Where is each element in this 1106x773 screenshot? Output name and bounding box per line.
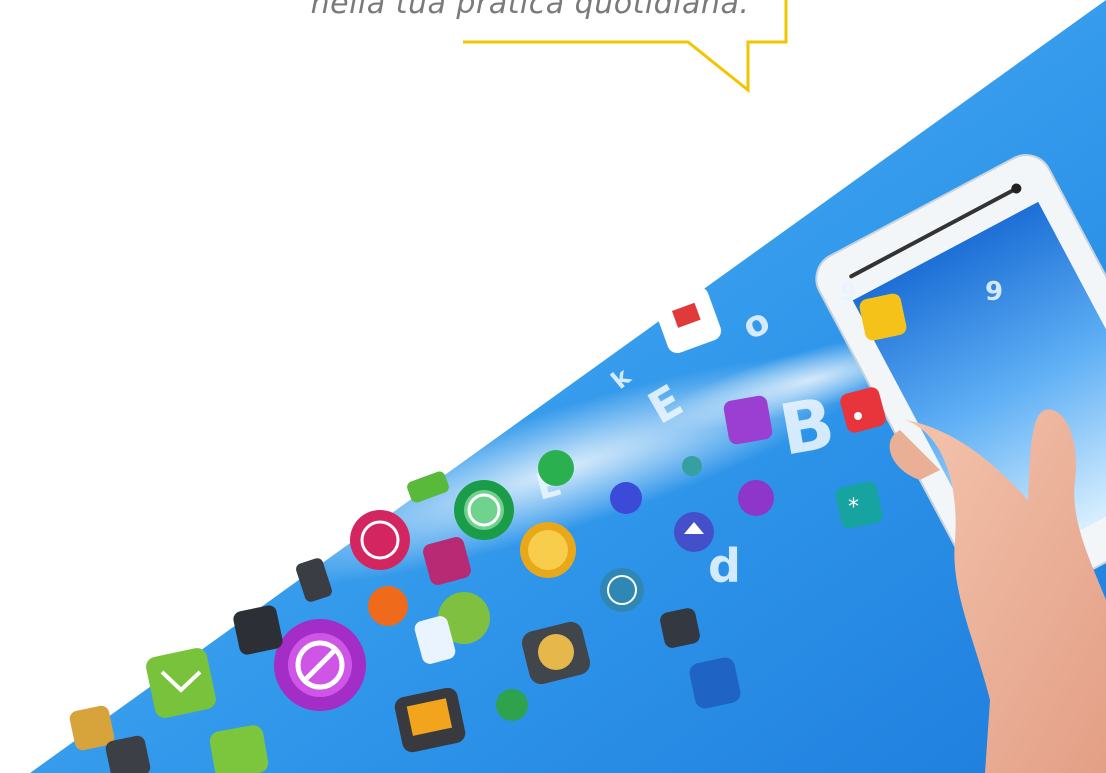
stage: B E d o k 9 9 E * nella tua pratica quot… <box>0 0 1106 773</box>
blue-phone-icon <box>689 657 741 709</box>
app-cloud-photo: B E d o k 9 9 E * <box>30 0 1106 773</box>
green-small-icon <box>538 450 574 486</box>
teal-small-icon <box>682 456 702 476</box>
blue-upload-icon <box>674 512 714 552</box>
dark-square-icon <box>660 608 700 648</box>
blue-dot-icon <box>610 482 642 514</box>
purple-no-entry-icon <box>274 619 366 711</box>
blue-globe-icon <box>600 568 644 612</box>
green-dot-icon <box>496 689 528 721</box>
black-square-icon <box>233 605 283 655</box>
green-clock-icon <box>454 480 514 540</box>
green-envelope-icon <box>146 648 216 718</box>
purple-grid-icon <box>723 395 773 445</box>
teal-star-icon: * <box>835 481 883 529</box>
orange-app-icon <box>368 586 408 626</box>
speech-bubble-text: nella tua pratica quotidiana. <box>310 0 750 21</box>
orange-cart-icon <box>520 522 576 578</box>
purple-dot-icon <box>738 480 774 516</box>
svg-text:*: * <box>848 495 859 520</box>
svg-text:9: 9 <box>985 277 1003 307</box>
pink-globe-icon <box>350 510 410 570</box>
svg-text:9: 9 <box>840 278 857 306</box>
yellow-app-icon <box>859 293 907 341</box>
svg-text:d: d <box>708 539 741 593</box>
